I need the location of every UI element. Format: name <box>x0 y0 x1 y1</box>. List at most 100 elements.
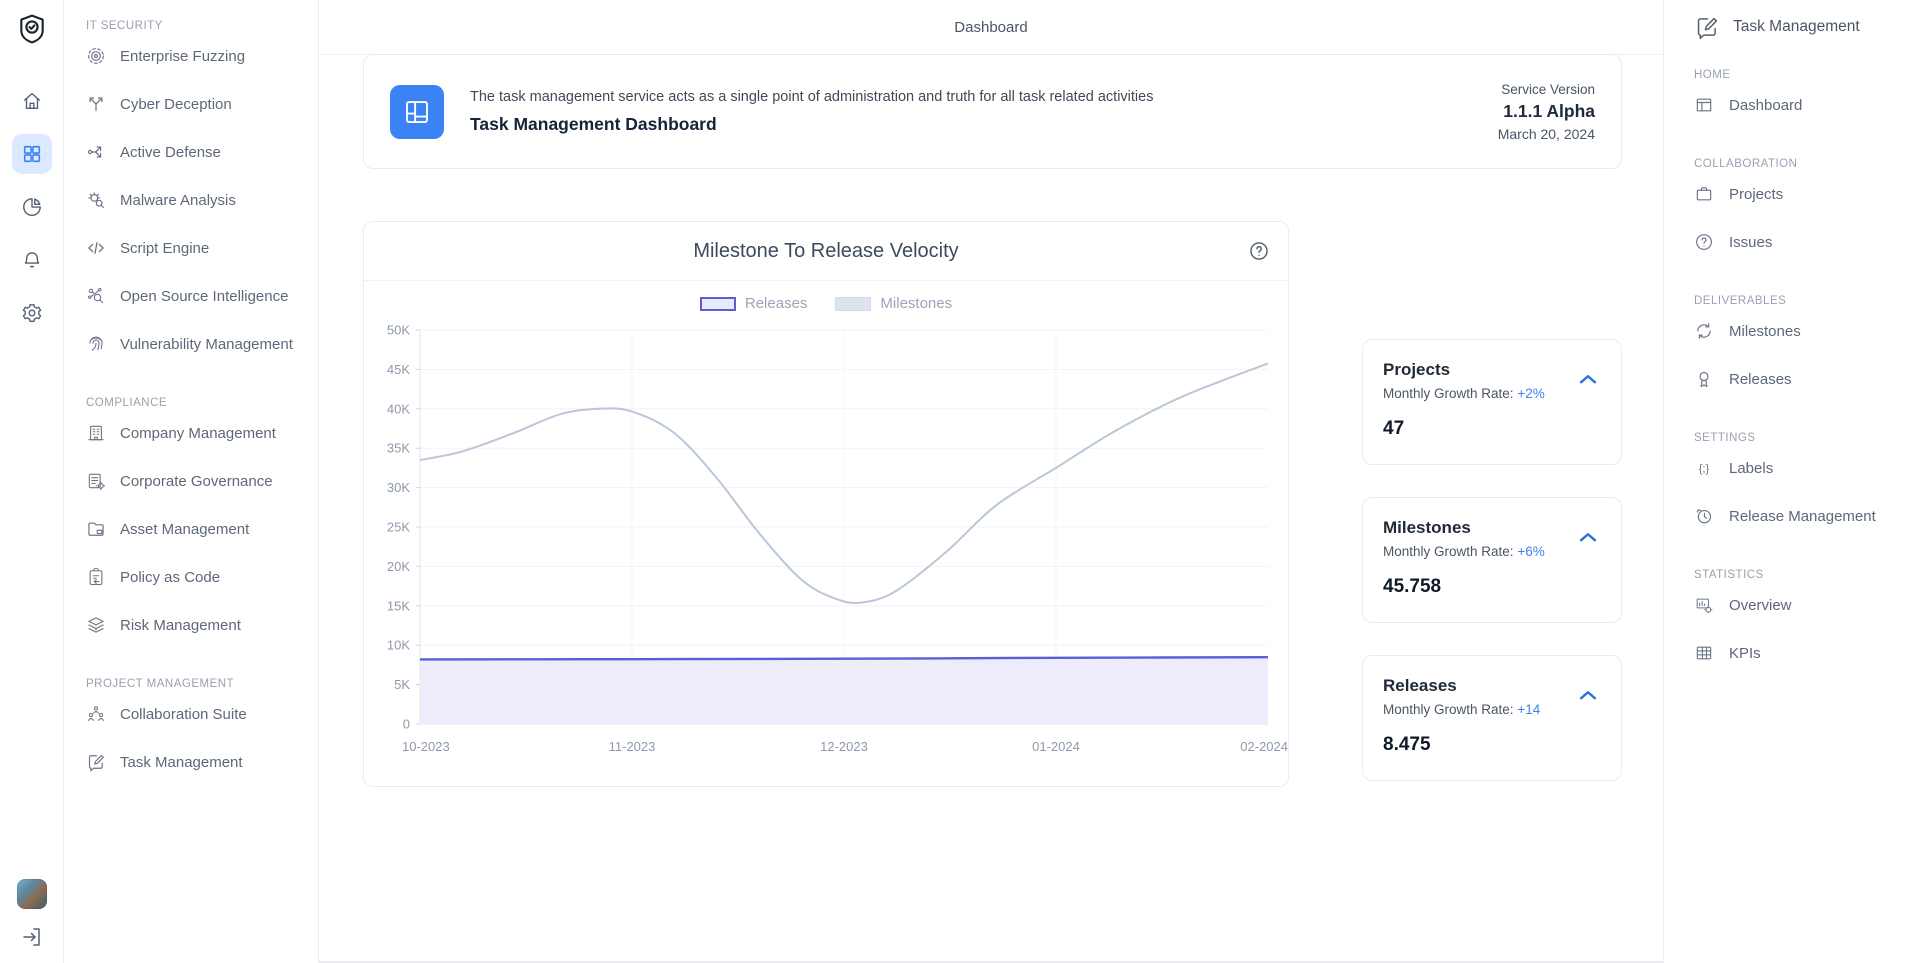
chart-legend: Releases Milestones <box>364 295 1288 312</box>
rs-item-release-management[interactable]: Release Management <box>1694 492 1912 540</box>
sidebar-item-collaboration-suite[interactable]: Collaboration Suite <box>86 690 308 738</box>
bullseye-icon <box>86 46 106 66</box>
growth-value: +2% <box>1517 386 1544 401</box>
legend-item-milestones[interactable]: Milestones <box>835 295 952 312</box>
nav-item-label: Active Defense <box>120 144 221 161</box>
rail-buttons <box>12 68 52 346</box>
rail-button-apps[interactable] <box>12 134 52 174</box>
clipboard-arrow-icon <box>86 567 106 587</box>
stat-card-title: Projects <box>1383 360 1601 380</box>
stat-card-projects: ProjectsMonthly Growth Rate: +2%47 <box>1362 339 1622 465</box>
chart-image-icon <box>1694 595 1714 615</box>
building-icon <box>86 423 106 443</box>
sidebar-item-vulnerability-management[interactable]: Vulnerability Management <box>86 320 308 368</box>
legend-item-releases[interactable]: Releases <box>700 295 808 312</box>
rs-item-label: Dashboard <box>1729 97 1802 114</box>
milestones-swatch <box>835 297 871 311</box>
team-icon <box>86 704 106 724</box>
icon-rail <box>0 0 64 963</box>
right-sidebar: Task Management HOMEDashboardCOLLABORATI… <box>1664 0 1920 963</box>
svg-text:40K: 40K <box>387 401 410 416</box>
sidebar-item-cyber-deception[interactable]: Cyber Deception <box>86 80 308 128</box>
sidebar-item-active-defense[interactable]: Active Defense <box>86 128 308 176</box>
nav-item-label: Cyber Deception <box>120 96 232 113</box>
rail-button-home[interactable] <box>12 81 52 121</box>
rs-item-overview[interactable]: Overview <box>1694 581 1912 629</box>
sidebar-item-company-management[interactable]: Company Management <box>86 409 308 457</box>
pie-chart-icon <box>21 196 43 218</box>
right-sidebar-header: Task Management <box>1694 14 1912 40</box>
braces-icon: {;} <box>1694 458 1714 478</box>
sidebar-item-open-source-intelligence[interactable]: Open Source Intelligence <box>86 272 308 320</box>
rail-button-notifications[interactable] <box>12 240 52 280</box>
rs-item-dashboard[interactable]: Dashboard <box>1694 81 1912 129</box>
nav-item-label: Vulnerability Management <box>120 336 293 353</box>
rs-item-kpis[interactable]: KPIs <box>1694 629 1912 677</box>
help-circle-icon[interactable] <box>1248 240 1270 262</box>
code-icon <box>86 238 106 258</box>
stat-card-value: 47 <box>1383 418 1601 440</box>
nav-item-label: Risk Management <box>120 617 241 634</box>
nav-item-label: Task Management <box>120 754 243 771</box>
rs-item-releases[interactable]: Releases <box>1694 355 1912 403</box>
service-icon-tile <box>390 85 444 139</box>
rs-item-label: Milestones <box>1729 323 1801 340</box>
service-header-texts: The task management service acts as a si… <box>470 89 1153 135</box>
legend-label-releases: Releases <box>745 295 808 312</box>
briefcase-icon <box>1694 184 1714 204</box>
rail-button-settings[interactable] <box>12 293 52 333</box>
svg-text:5K: 5K <box>394 677 410 692</box>
chevron-up-icon[interactable] <box>1573 368 1603 390</box>
growth-label: Monthly Growth Rate: <box>1383 544 1517 559</box>
rs-item-projects[interactable]: Projects <box>1694 170 1912 218</box>
nav-section-label-it-security: IT SECURITY <box>86 20 308 32</box>
rs-item-milestones[interactable]: Milestones <box>1694 307 1912 355</box>
service-version-date: March 20, 2024 <box>1498 126 1595 142</box>
rail-button-analytics[interactable] <box>12 187 52 227</box>
bell-icon <box>21 249 43 271</box>
help-circle-icon <box>1694 232 1714 252</box>
chart-title: Milestone To Release Velocity <box>693 240 958 263</box>
logout-icon[interactable] <box>20 925 44 949</box>
rs-item-label: Issues <box>1729 234 1772 251</box>
stat-card-releases: ReleasesMonthly Growth Rate: +148.475 <box>1362 655 1622 781</box>
sidebar-item-enterprise-fuzzing[interactable]: Enterprise Fuzzing <box>86 32 308 80</box>
nav-item-label: Asset Management <box>120 521 249 538</box>
nav-item-label: Company Management <box>120 425 276 442</box>
nav-item-label: Collaboration Suite <box>120 706 247 723</box>
folder-icon <box>86 519 106 539</box>
history-icon <box>1694 506 1714 526</box>
stat-card-title: Releases <box>1383 676 1601 696</box>
rs-item-labels[interactable]: {;}Labels <box>1694 444 1912 492</box>
home-icon <box>21 90 43 112</box>
svg-text:01-2024: 01-2024 <box>1032 739 1080 754</box>
stat-card-growth: Monthly Growth Rate: +6% <box>1383 544 1601 559</box>
edit-box-icon <box>86 752 106 772</box>
svg-text:30K: 30K <box>387 480 410 495</box>
nav-item-label: Policy as Code <box>120 569 220 586</box>
layout-icon <box>1694 95 1714 115</box>
user-avatar[interactable] <box>17 879 47 909</box>
sidebar-item-asset-management[interactable]: Asset Management <box>86 505 308 553</box>
stat-card-title: Milestones <box>1383 518 1601 538</box>
edit-box-icon <box>1694 14 1720 40</box>
chevron-up-icon[interactable] <box>1573 684 1603 706</box>
svg-text:{;}: {;} <box>1699 463 1710 475</box>
legend-label-milestones: Milestones <box>880 295 952 312</box>
rs-item-issues[interactable]: Issues <box>1694 218 1912 266</box>
sidebar-item-script-engine[interactable]: Script Engine <box>86 224 308 272</box>
topbar: Dashboard <box>319 0 1663 55</box>
sidebar-item-policy-as-code[interactable]: Policy as Code <box>86 553 308 601</box>
sidebar-item-malware-analysis[interactable]: Malware Analysis <box>86 176 308 224</box>
stat-card-value: 8.475 <box>1383 734 1601 756</box>
svg-text:02-2024: 02-2024 <box>1240 739 1288 754</box>
sidebar-item-task-management[interactable]: Task Management <box>86 738 308 786</box>
growth-label: Monthly Growth Rate: <box>1383 702 1517 717</box>
chevron-up-icon[interactable] <box>1573 526 1603 548</box>
sidebar-item-risk-management[interactable]: Risk Management <box>86 601 308 649</box>
nav-item-label: Open Source Intelligence <box>120 288 288 305</box>
svg-text:0: 0 <box>403 717 410 732</box>
bug-search-icon <box>86 190 106 210</box>
sidebar-item-corporate-governance[interactable]: Corporate Governance <box>86 457 308 505</box>
main-content: Dashboard The task management service ac… <box>318 0 1664 963</box>
